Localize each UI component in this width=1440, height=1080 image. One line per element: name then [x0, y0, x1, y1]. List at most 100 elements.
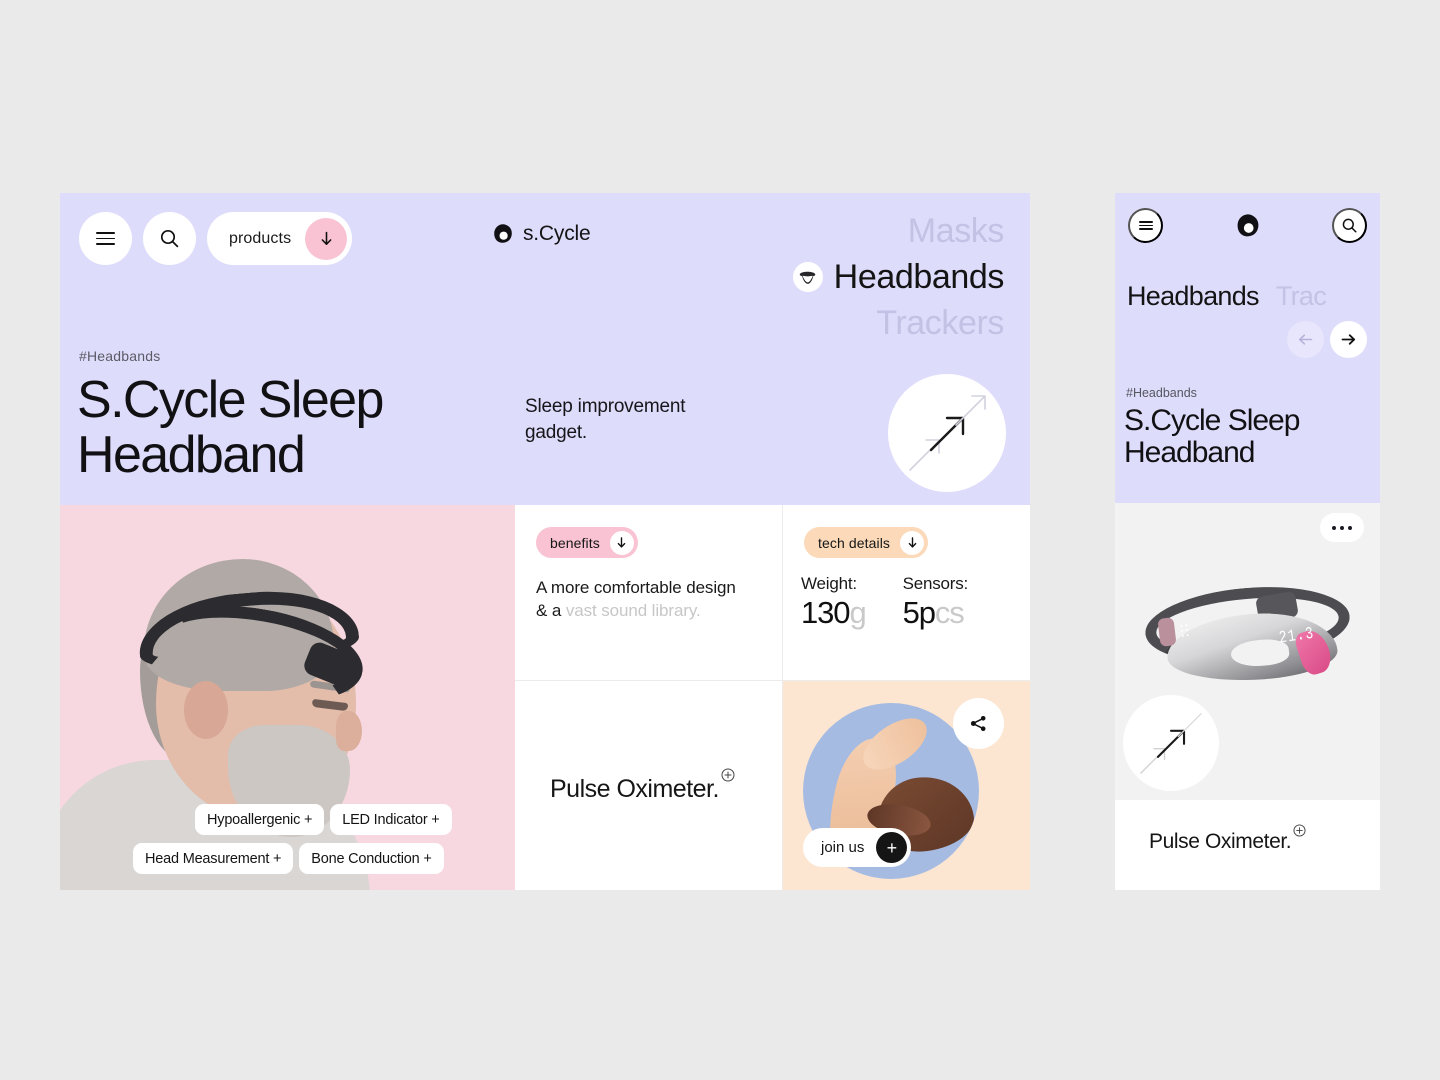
hero-cta-button[interactable] — [888, 374, 1006, 492]
products-dropdown[interactable]: products — [207, 212, 353, 265]
arrow-left-icon — [1298, 334, 1313, 345]
join-us-label: join us — [821, 839, 865, 856]
spec-number: 130 — [801, 595, 851, 630]
mobile-hero: Headbands Trac #Headbands S.Cycle Sleep H… — [1115, 193, 1380, 503]
nav-item-masks[interactable]: Masks — [907, 211, 1005, 251]
arrow-down-icon — [321, 231, 332, 245]
products-label: products — [229, 229, 292, 247]
plus-circle-icon[interactable] — [1293, 824, 1306, 837]
arrow-up-right-icon — [1140, 713, 1202, 774]
main-navigation: Masks Headbands Trackers — [792, 211, 1005, 343]
products-arrow-badge — [305, 217, 348, 260]
hero-subtitle-line2: gadget. — [525, 422, 587, 444]
header-controls: products — [79, 212, 353, 265]
nav-label: Headbands — [833, 258, 1005, 297]
mobile-tab-trackers[interactable]: Trac — [1276, 281, 1327, 312]
product-photo-card: Hypoallergenic + LED Indicator + Head Me… — [60, 505, 515, 890]
tech-details-label: tech details — [818, 534, 891, 551]
spec-key: Sensors: — [902, 574, 969, 593]
search-button[interactable] — [143, 212, 196, 265]
pulse-oximeter-title: Pulse Oximeter. — [550, 775, 719, 803]
feature-tag-list: Hypoallergenic + LED Indicator + Head Me… — [133, 804, 515, 882]
benefits-label: benefits — [550, 534, 600, 551]
benefits-arrow-badge — [609, 530, 634, 555]
info-grid: benefits A more comfortable design & a v… — [515, 505, 1030, 890]
feature-tag[interactable]: LED Indicator + — [330, 804, 452, 835]
spec-unit: cs — [934, 595, 965, 630]
mobile-oximeter-title-wrap: Pulse Oximeter. — [1149, 824, 1306, 854]
mobile-cta-button[interactable] — [1123, 695, 1219, 791]
mobile-product-section: 21.3 Pulse Oximeter. — [1115, 503, 1380, 890]
nav-item-headbands[interactable]: Headbands — [792, 257, 1005, 297]
carousel-next-button[interactable] — [1330, 321, 1367, 358]
desktop-hero: products s.Cycle Masks Headbands Tracker… — [60, 193, 1030, 505]
mobile-mockup: Headbands Trac #Headbands S.Cycle Sleep H… — [1115, 193, 1380, 890]
brand-name: s.Cycle — [523, 222, 591, 245]
feature-tag[interactable]: Bone Conduction + — [299, 843, 444, 874]
mobile-title-line2: Headband — [1124, 436, 1255, 470]
menu-button[interactable] — [79, 212, 132, 265]
hero-title: S.Cycle Sleep Headband — [77, 371, 384, 485]
nav-label: Trackers — [876, 304, 1004, 343]
spec-sensors: Sensors: 5pcs — [903, 574, 969, 632]
scycle-blob-logo — [1237, 213, 1258, 236]
spec-value: 130g — [801, 594, 867, 632]
nav-item-trackers[interactable]: Trackers — [876, 303, 1004, 343]
mobile-search-button[interactable] — [1332, 208, 1367, 243]
mobile-brand-logo[interactable] — [1235, 213, 1261, 239]
plus-circle-icon[interactable] — [721, 768, 735, 782]
hamburger-menu-icon — [1138, 221, 1153, 230]
arrow-right-icon — [1341, 334, 1356, 345]
arrow-up-right-icon — [909, 395, 986, 471]
join-us-card: join us + — [783, 681, 1030, 890]
share-button[interactable] — [953, 698, 1004, 749]
share-icon — [970, 716, 986, 731]
mobile-carousel-controls — [1287, 321, 1367, 358]
spec-number: 5p — [902, 595, 936, 630]
tech-arrow-badge — [900, 530, 925, 555]
carousel-prev-button[interactable] — [1287, 321, 1324, 358]
spec-value: 5pcs — [903, 594, 969, 632]
spec-weight: Weight: 130g — [801, 574, 867, 632]
arrow-down-icon — [908, 537, 916, 548]
brand-logo[interactable]: s.Cycle — [492, 222, 591, 246]
mobile-hero-title: S.Cycle Sleep Headband — [1124, 404, 1300, 470]
hamburger-menu-icon — [96, 232, 115, 245]
feature-tag[interactable]: Head Measurement + — [133, 843, 294, 874]
pulse-oximeter-title-wrap: Pulse Oximeter. — [550, 768, 735, 804]
mobile-tab-headbands[interactable]: Headbands — [1127, 281, 1260, 312]
desktop-mockup: products s.Cycle Masks Headbands Tracker… — [60, 193, 1030, 890]
benefits-text-muted: vast sound library. — [565, 600, 701, 620]
join-us-button[interactable]: join us + — [803, 828, 912, 867]
mobile-menu-button[interactable] — [1128, 208, 1163, 243]
hero-hashtag: #Headbands — [79, 348, 161, 364]
mobile-hero-hashtag: #Headbands — [1126, 386, 1197, 400]
mobile-title-line1: S.Cycle Sleep — [1124, 404, 1300, 437]
tech-details-card: tech details Weight: 130g Sensors: 5pcs — [783, 505, 1030, 681]
sleep-headband-device: 21.3 — [1139, 579, 1357, 698]
hero-subtitle: Sleep improvement gadget. — [525, 394, 685, 446]
spec-key: Weight: — [801, 574, 857, 593]
spec-unit: g — [849, 595, 866, 630]
benefits-card: benefits A more comfortable design & a v… — [515, 505, 783, 681]
scycle-blob-logo — [494, 224, 512, 243]
pulse-oximeter-card: Pulse Oximeter. — [515, 681, 783, 890]
search-icon — [160, 229, 179, 248]
mobile-top-bar — [1128, 208, 1367, 243]
nav-label: Masks — [907, 212, 1005, 250]
mobile-pulse-oximeter-card: Pulse Oximeter. — [1115, 800, 1380, 890]
feature-tag[interactable]: Hypoallergenic + — [195, 804, 325, 835]
tech-details-toggle[interactable]: tech details — [804, 527, 929, 558]
hero-subtitle-line1: Sleep improvement — [525, 396, 686, 417]
mobile-more-button[interactable] — [1320, 513, 1364, 542]
join-us-plus-badge: + — [876, 832, 908, 863]
benefits-toggle[interactable]: benefits — [536, 527, 638, 558]
arrow-down-icon — [618, 537, 626, 548]
headband-icon — [792, 262, 823, 293]
hero-title-line2: Headband — [77, 426, 306, 485]
spec-list: Weight: 130g Sensors: 5pcs — [801, 574, 968, 632]
benefits-text: A more comfortable design & a vast sound… — [536, 577, 751, 622]
mobile-tabs: Headbands Trac — [1127, 281, 1327, 312]
ellipsis-icon — [1332, 525, 1336, 530]
hero-title-line1: S.Cycle Sleep — [77, 371, 384, 429]
